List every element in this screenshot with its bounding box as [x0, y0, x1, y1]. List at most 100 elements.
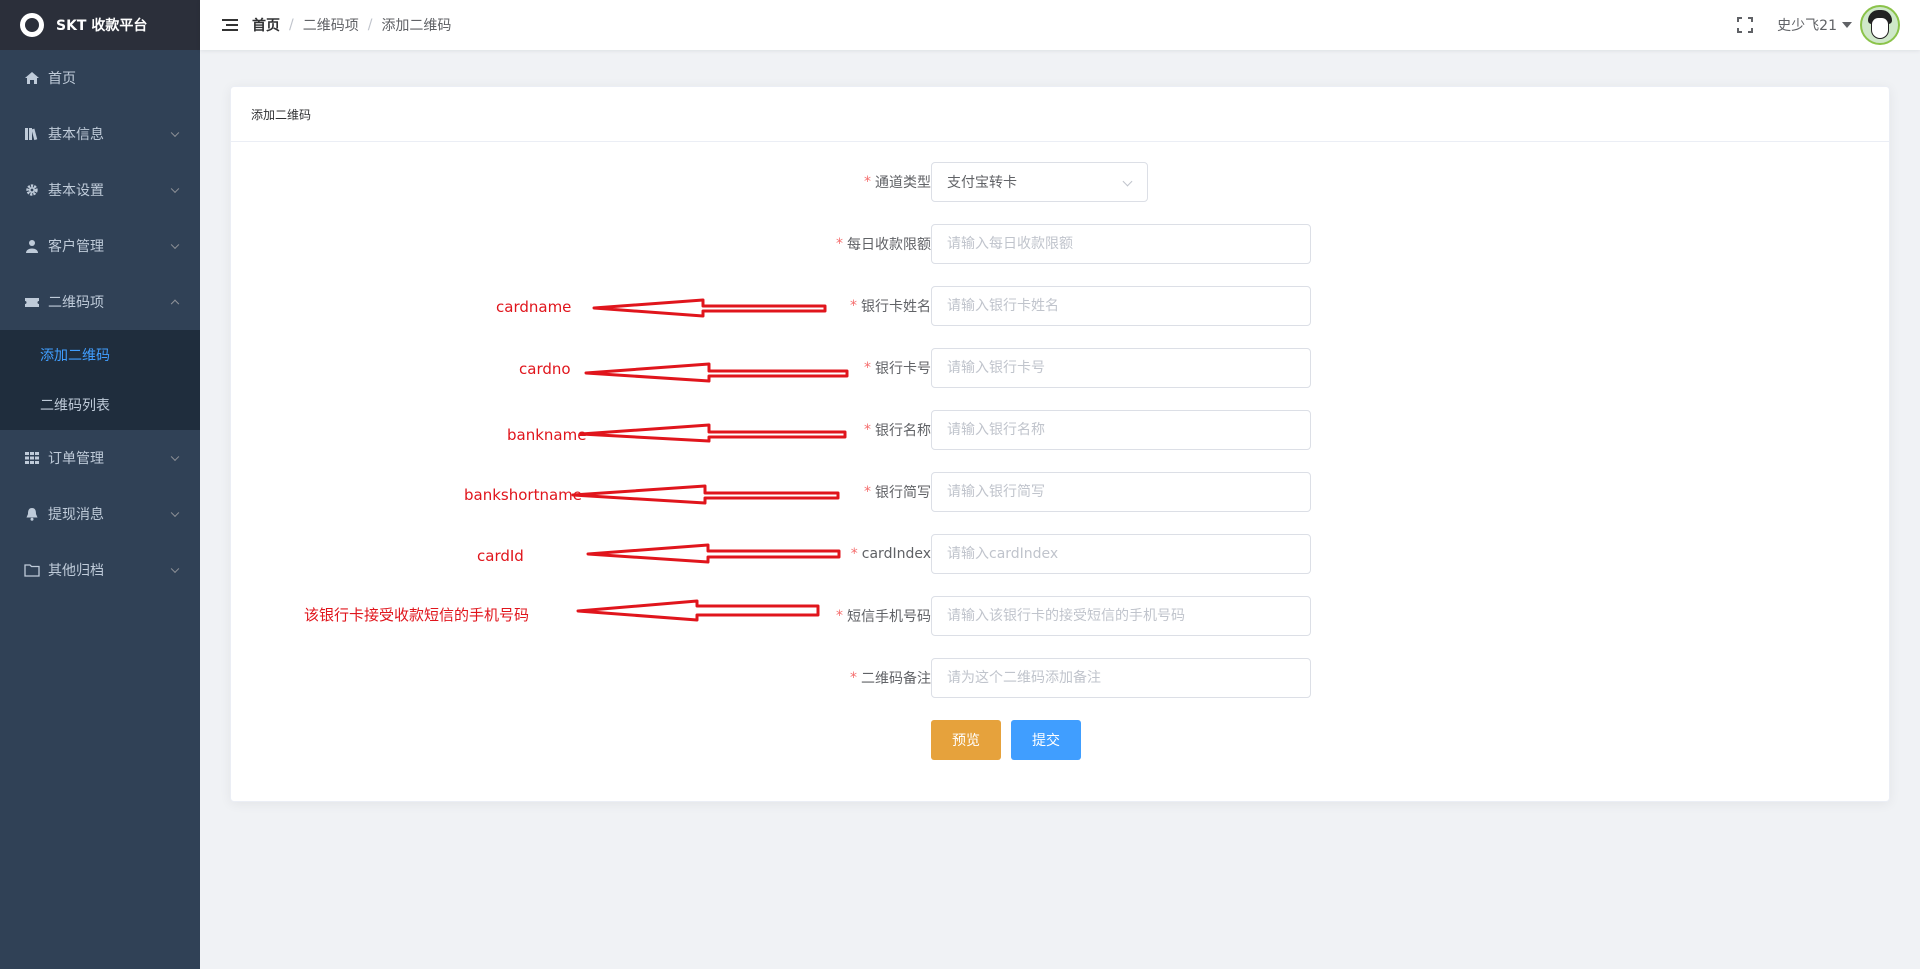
chevron-down-icon — [170, 508, 180, 518]
form-label-text: 银行卡姓名 — [861, 299, 931, 315]
bank-short-input[interactable] — [931, 472, 1311, 512]
sidebar-item-label: 订单管理 — [48, 451, 104, 467]
card-index-input[interactable] — [931, 534, 1311, 574]
required-asterisk: * — [864, 422, 871, 438]
sidebar-item-label: 基本信息 — [48, 127, 104, 143]
sidebar-item-label: 提现消息 — [48, 507, 104, 523]
breadcrumb: 首页 / 二维码项 / 添加二维码 — [252, 15, 451, 35]
chevron-up-icon — [170, 299, 180, 309]
form-label-text: 通道类型 — [875, 175, 931, 191]
sidebar-item-customers[interactable]: 客户管理 — [0, 218, 200, 274]
card-title: 添加二维码 — [231, 87, 1889, 142]
sidebar-item-basic-settings[interactable]: 基本设置 — [0, 162, 200, 218]
gear-icon — [26, 184, 38, 196]
form-label: * 银行卡号 — [864, 348, 931, 388]
sidebar-item-basic-info[interactable]: 基本信息 — [0, 106, 200, 162]
required-asterisk: * — [836, 608, 843, 624]
form-label-text: 短信手机号码 — [847, 609, 931, 625]
top-navbar: 首页 / 二维码项 / 添加二维码 史少飞21 — [200, 0, 1920, 50]
annotation-label: cardno — [519, 360, 571, 378]
form-row-qr-note: * 二维码备注 — [231, 658, 1889, 698]
form-label-text: 银行名称 — [875, 423, 931, 439]
form-label: * 银行名称 — [864, 410, 931, 450]
form-row-daily-limit: * 每日收款限额 — [231, 224, 1889, 264]
qr-note-input[interactable] — [931, 658, 1311, 698]
sidebar-item-label: 二维码项 — [48, 295, 104, 311]
ticket-icon — [25, 298, 39, 307]
channel-type-value: 支付宝转卡 — [947, 175, 1017, 191]
form-label: * 二维码备注 — [850, 658, 931, 698]
sidebar-subitem-add-qrcode[interactable]: 添加二维码 — [0, 330, 200, 380]
avatar[interactable] — [1860, 5, 1900, 45]
breadcrumb-separator: / — [289, 17, 294, 33]
form-row-card-no: * 银行卡号 — [231, 348, 1889, 388]
card-no-input[interactable] — [931, 348, 1311, 388]
form-row-actions: 预览 提交 — [231, 720, 1889, 760]
chevron-down-icon — [170, 452, 180, 462]
breadcrumb-separator: / — [367, 17, 373, 33]
fullscreen-icon[interactable] — [1737, 17, 1754, 33]
logo[interactable]: SKT 收款平台 — [0, 0, 200, 50]
breadcrumb-qrcode: 二维码项 — [302, 18, 359, 34]
app-title: SKT 收款平台 — [56, 18, 148, 34]
form-label-text: 银行简写 — [875, 485, 931, 501]
annotation-label: bankname — [507, 426, 587, 444]
form-row-card-name: * 银行卡姓名 — [231, 286, 1889, 326]
form-label: * 短信手机号码 — [836, 596, 931, 636]
bell-icon — [26, 508, 38, 521]
form-label-text: 每日收款限额 — [847, 237, 931, 253]
username[interactable]: 史少飞21 — [1777, 15, 1837, 35]
chevron-down-icon — [170, 184, 180, 194]
header-right: 史少飞21 — [1737, 0, 1900, 50]
chevron-down-icon — [170, 564, 180, 574]
sidebar-item-home[interactable]: 首页 — [0, 50, 200, 106]
required-asterisk: * — [836, 236, 843, 252]
home-icon — [25, 72, 39, 84]
form-label-text: 银行卡号 — [875, 361, 931, 377]
daily-limit-input[interactable] — [931, 224, 1311, 264]
form-label: * cardIndex — [851, 534, 931, 574]
channel-type-select[interactable]: 支付宝转卡 — [931, 162, 1148, 202]
chevron-down-icon — [1122, 176, 1133, 187]
card-name-input[interactable] — [931, 286, 1311, 326]
bank-name-input[interactable] — [931, 410, 1311, 450]
required-asterisk: * — [864, 174, 871, 190]
sidebar-item-archive[interactable]: 其他归档 — [0, 542, 200, 598]
annotation-label: cardname — [496, 298, 572, 316]
form-row-bank-name: * 银行名称 — [231, 410, 1889, 450]
github-icon — [20, 13, 44, 37]
sidebar-subitem-qrcode-list[interactable]: 二维码列表 — [0, 380, 200, 430]
form-label-text: cardIndex — [861, 546, 931, 562]
form-label: * 每日收款限额 — [836, 224, 931, 264]
folder-icon — [24, 564, 40, 577]
grid-icon — [25, 452, 39, 464]
chevron-down-icon — [170, 128, 180, 138]
sidebar-item-label: 其他归档 — [48, 563, 104, 579]
required-asterisk: * — [864, 484, 871, 500]
preview-button[interactable]: 预览 — [931, 720, 1001, 760]
form-label: * 银行卡姓名 — [850, 286, 931, 326]
required-asterisk: * — [850, 298, 857, 314]
breadcrumb-home[interactable]: 首页 — [252, 15, 280, 35]
sms-phone-input[interactable] — [931, 596, 1311, 636]
annotation-label: bankshortname — [464, 486, 582, 504]
sidebar-item-label: 基本设置 — [48, 183, 104, 199]
form-label: * 通道类型 — [864, 162, 931, 202]
required-asterisk: * — [850, 670, 857, 686]
sidebar-item-orders[interactable]: 订单管理 — [0, 430, 200, 486]
form-label-text: 二维码备注 — [861, 671, 931, 687]
form-card: 添加二维码 *通道类型 支付宝转卡 *每日收款限额 *银行卡姓名 *银行卡号 *… — [230, 86, 1890, 802]
form-label: * 银行简写 — [864, 472, 931, 512]
sidebar-item-qrcode[interactable]: 二维码项 — [0, 274, 200, 330]
books-icon — [25, 128, 38, 141]
submit-button[interactable]: 提交 — [1011, 720, 1081, 760]
user-icon — [26, 240, 38, 253]
annotation-label: 该银行卡接受收款短信的手机号码 — [304, 606, 530, 624]
hamburger-icon[interactable] — [222, 19, 238, 31]
required-asterisk: * — [864, 360, 871, 376]
sidebar-item-label: 首页 — [48, 71, 76, 87]
caret-down-icon[interactable] — [1842, 22, 1852, 28]
required-asterisk: * — [850, 546, 858, 562]
form-row-channel-type: * 通道类型 支付宝转卡 — [231, 162, 1889, 202]
sidebar-item-withdraw[interactable]: 提现消息 — [0, 486, 200, 542]
